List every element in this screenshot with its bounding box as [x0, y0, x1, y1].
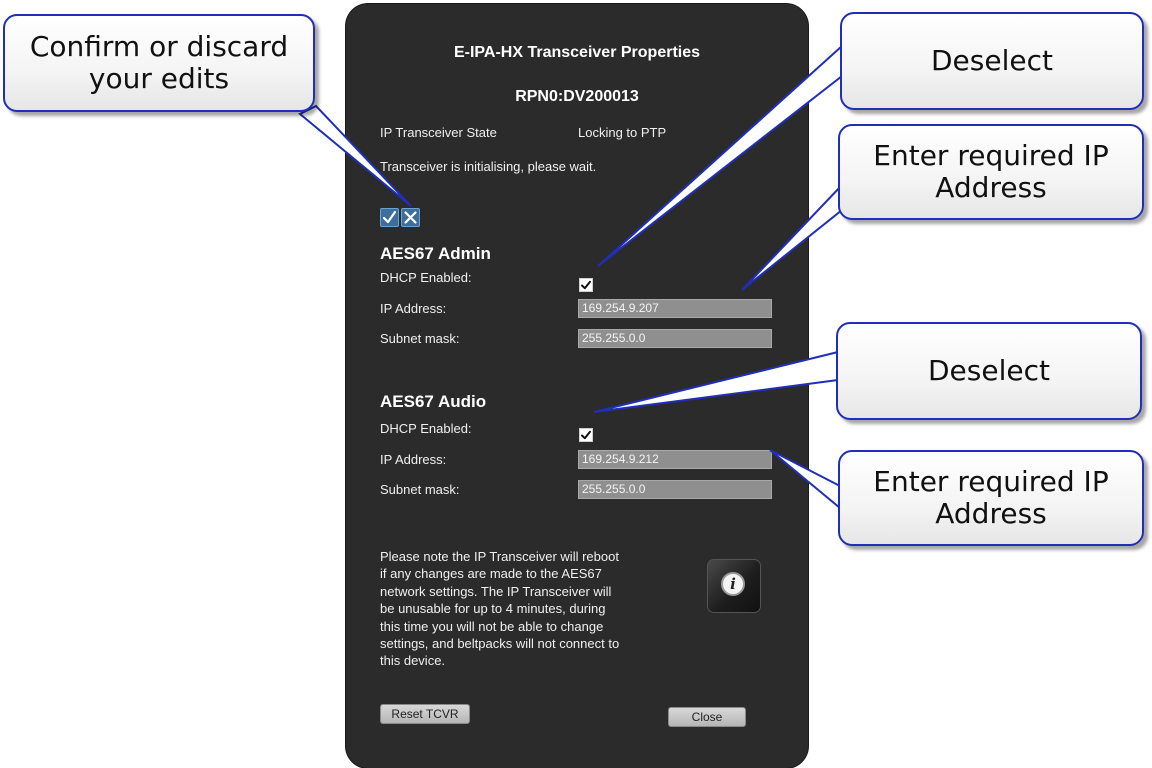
callout-line: Confirm or discard — [29, 29, 289, 63]
callout-line: your edits — [88, 62, 230, 95]
ip-admin-callout: Enter required IP Address — [838, 124, 1144, 220]
admin-dhcp-checkbox[interactable] — [579, 278, 593, 292]
audio-subnet-label: Subnet mask: — [380, 482, 460, 497]
checkmark-icon — [382, 210, 397, 224]
reboot-note: Please note the IP Transceiver will rebo… — [380, 548, 700, 670]
note-line: be unusable for up to 4 minutes, during — [380, 601, 606, 617]
admin-ip-input[interactable]: 169.254.9.207 — [578, 299, 772, 318]
confirm-button[interactable] — [380, 208, 399, 227]
admin-ip-label: IP Address: — [380, 301, 447, 316]
close-icon — [404, 211, 417, 224]
reset-tcvr-button[interactable]: Reset TCVR — [380, 704, 470, 724]
status-message: Transceiver is initialising, please wait… — [380, 159, 597, 174]
discard-button[interactable] — [401, 208, 420, 227]
aes67-admin-heading: AES67 Admin — [380, 244, 491, 263]
audio-dhcp-label: DHCP Enabled: — [380, 421, 472, 436]
dialog-title: E-IPA-HX Transceiver Properties — [453, 44, 701, 61]
callout-line: Enter required IP — [873, 138, 1109, 172]
note-line: settings, and beltpacks will not connect… — [380, 636, 620, 652]
checkbox-check-icon — [581, 280, 591, 290]
admin-dhcp-label: DHCP Enabled: — [380, 270, 472, 285]
info-icon: i — [721, 572, 745, 596]
note-line: if any changes are made to the AES67 — [380, 566, 602, 582]
confirm-discard-callout: Confirm or discard your edits — [3, 14, 315, 112]
deselect-admin-callout: Deselect — [840, 12, 1144, 110]
state-value: Locking to PTP — [578, 125, 667, 140]
audio-ip-input[interactable]: 169.254.9.212 — [578, 450, 772, 469]
aes67-audio-heading: AES67 Audio — [380, 392, 487, 411]
admin-subnet-label: Subnet mask: — [380, 331, 460, 346]
callout-line: Deselect — [931, 43, 1053, 77]
note-line: Please note the IP Transceiver will rebo… — [380, 549, 619, 564]
note-line: network settings. The IP Transceiver wil… — [380, 583, 612, 599]
transceiver-properties-dialog: E-IPA-HX Transceiver Properties RPN0:DV2… — [346, 4, 808, 768]
audio-subnet-input[interactable]: 255.255.0.0 — [578, 480, 772, 499]
callout-line: Address — [935, 497, 1047, 530]
audio-dhcp-checkbox[interactable] — [579, 428, 593, 442]
callout-line: Deselect — [928, 353, 1050, 387]
device-id: RPN0:DV200013 — [515, 88, 639, 105]
note-line: this device. — [380, 653, 446, 669]
ip-audio-callout: Enter required IP Address — [838, 450, 1144, 546]
callout-line: Address — [935, 171, 1047, 204]
checkbox-check-icon — [581, 430, 591, 440]
info-button[interactable]: i — [708, 560, 760, 612]
admin-subnet-input[interactable]: 255.255.0.0 — [578, 329, 772, 348]
close-button[interactable]: Close — [668, 707, 746, 727]
deselect-audio-callout: Deselect — [836, 322, 1142, 420]
note-line: this time you will not be able to change — [380, 618, 604, 634]
state-label: IP Transceiver State — [380, 125, 497, 140]
audio-ip-label: IP Address: — [380, 452, 447, 467]
callout-line: Enter required IP — [873, 464, 1109, 498]
